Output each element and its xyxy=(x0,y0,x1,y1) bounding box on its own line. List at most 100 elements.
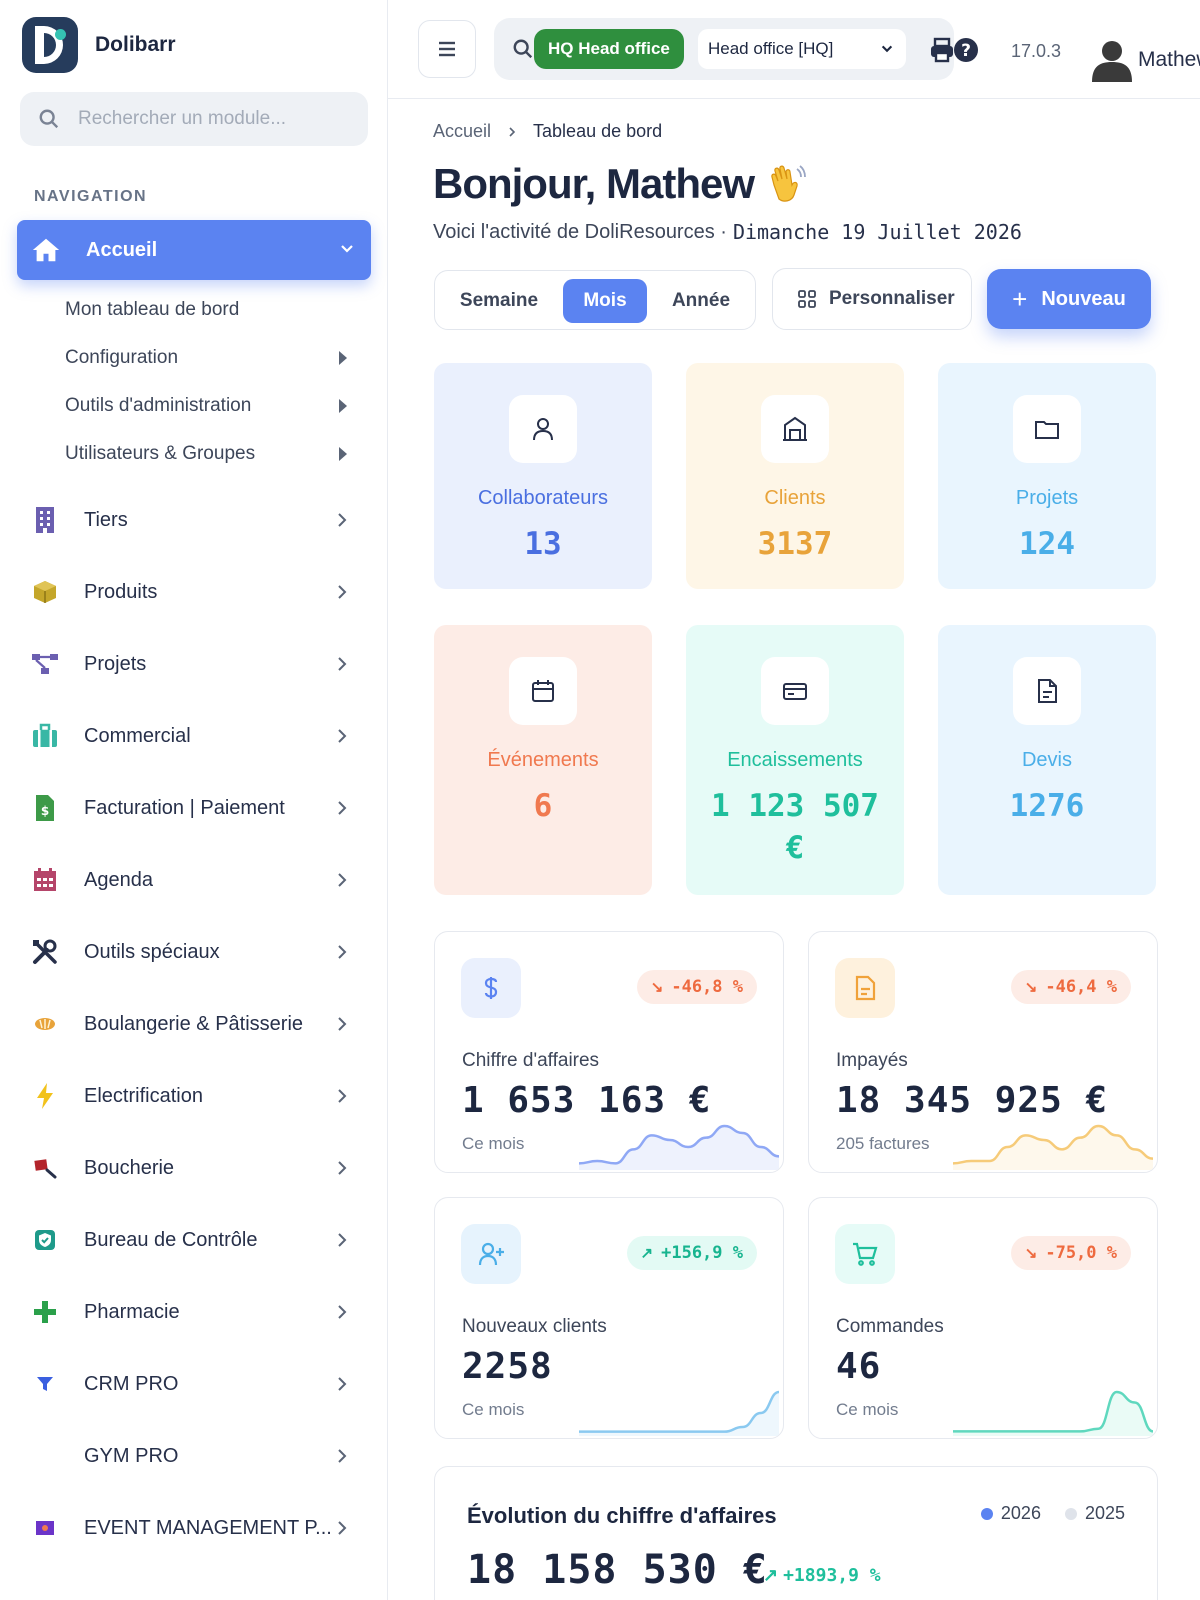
empty-icon xyxy=(28,1439,62,1473)
stat-card-nouveaux-clients[interactable]: ↗ +156,9 % Nouveaux clients 2258 Ce mois xyxy=(434,1197,784,1439)
sidebar-item-boucherie[interactable]: Boucherie xyxy=(28,1144,368,1192)
sidebar-item-agenda[interactable]: Agenda xyxy=(28,856,368,904)
caret-right-icon xyxy=(339,351,347,365)
chevron-right-icon xyxy=(338,1449,347,1463)
new-button[interactable]: + Nouveau xyxy=(987,269,1151,329)
period-selector: Semaine Mois Année xyxy=(434,270,756,330)
legend-dot xyxy=(980,1507,993,1520)
svg-text:$: $ xyxy=(41,804,49,818)
subnav-label: Configuration xyxy=(65,347,179,368)
evolution-value: 18 158 530 € xyxy=(467,1547,768,1593)
kpi-card-encaissements[interactable]: Encaissements 1 123 507 € xyxy=(686,625,904,895)
kpi-card-clients[interactable]: Clients 3137 xyxy=(686,363,904,589)
sidebar: Dolibarr NAVIGATION Accueil Mon tableau … xyxy=(0,0,388,1600)
sidebar-item-event-management[interactable]: EVENT MANAGEMENT P... xyxy=(28,1504,368,1552)
dollar-icon xyxy=(461,958,521,1018)
app-version: 17.0.3 xyxy=(1011,41,1062,61)
folder-icon xyxy=(1013,395,1081,463)
subnav-configuration[interactable]: Configuration xyxy=(65,338,365,378)
grid-icon xyxy=(798,290,816,308)
chevron-right-icon xyxy=(338,657,347,671)
chevron-right-icon xyxy=(338,513,347,527)
stat-value: 2258 xyxy=(462,1346,553,1387)
legend-item[interactable]: 2025 xyxy=(1064,1503,1125,1524)
stat-label: Chiffre d'affaires xyxy=(462,1050,600,1071)
entity-select[interactable]: Head office [HQ] xyxy=(698,29,906,69)
chevron-right-icon xyxy=(338,1017,347,1031)
sidebar-item-accueil[interactable]: Accueil xyxy=(17,220,371,280)
subnav-utilisateurs[interactable]: Utilisateurs & Groupes xyxy=(65,434,365,474)
kpi-value: 3137 xyxy=(757,526,833,562)
brand-name: Dolibarr xyxy=(95,33,176,56)
storefront-icon xyxy=(761,395,829,463)
change-value: -46,8 % xyxy=(671,977,743,997)
kpi-label: Événements xyxy=(487,749,599,771)
sidebar-item-boulangerie[interactable]: Boulangerie & Pâtisserie xyxy=(28,1000,368,1048)
user-name[interactable]: Mathew xyxy=(1138,48,1200,72)
sparkline-area xyxy=(579,1392,779,1436)
brand[interactable]: Dolibarr xyxy=(22,17,176,73)
chevron-right-icon xyxy=(338,1377,347,1391)
menu-toggle-button[interactable] xyxy=(418,20,476,78)
sparkline-chart xyxy=(953,1390,1153,1436)
chevron-right-icon xyxy=(338,945,347,959)
chevron-down-icon xyxy=(881,45,893,53)
sidebar-item-gym-pro[interactable]: GYM PRO xyxy=(28,1432,368,1480)
change-value: -75,0 % xyxy=(1045,1243,1117,1263)
caret-right-icon xyxy=(339,447,347,461)
sidebar-item-bureau-controle[interactable]: Bureau de Contrôle xyxy=(28,1216,368,1264)
customize-button[interactable]: Personnaliser xyxy=(772,268,972,330)
sparkline-chart xyxy=(579,1390,779,1436)
stat-card-commandes[interactable]: ↘ -75,0 % Commandes 46 Ce mois xyxy=(808,1197,1158,1439)
sparkline-chart xyxy=(579,1124,779,1170)
stat-label: Nouveaux clients xyxy=(462,1316,607,1337)
change-badge: ↘ -46,8 % xyxy=(636,970,757,1004)
sidebar-item-outils-speciaux[interactable]: Outils spéciaux xyxy=(28,928,368,976)
change-value: -46,4 % xyxy=(1045,977,1117,997)
sidebar-item-crm-pro[interactable]: CRM PRO xyxy=(28,1360,368,1408)
sidebar-item-tiers[interactable]: Tiers xyxy=(28,496,368,544)
sidebar-item-projets[interactable]: Projets xyxy=(28,640,368,688)
kpi-card-devis[interactable]: Devis 1276 xyxy=(938,625,1156,895)
sidebar-item-commercial[interactable]: Commercial xyxy=(28,712,368,760)
kpi-value: 13 xyxy=(524,526,562,562)
caret-right-icon xyxy=(339,399,347,413)
arrow-down-right-icon: ↘ xyxy=(650,979,664,996)
sidebar-item-label: GYM PRO xyxy=(84,1444,179,1467)
kpi-card-collaborateurs[interactable]: Collaborateurs 13 xyxy=(434,363,652,589)
funnel-icon xyxy=(28,1367,62,1401)
sidebar-item-pharmacie[interactable]: Pharmacie xyxy=(28,1288,368,1336)
stat-value: 18 345 925 € xyxy=(836,1080,1109,1121)
stat-card-impayes[interactable]: ↘ -46,4 % Impayés 18 345 925 € 205 factur… xyxy=(808,931,1158,1173)
subnav-label: Utilisateurs & Groupes xyxy=(65,443,256,464)
period-month-button[interactable]: Mois xyxy=(563,279,647,323)
building-icon xyxy=(28,503,62,537)
breadcrumb-home-link[interactable]: Accueil xyxy=(433,121,491,142)
period-year-button[interactable]: Année xyxy=(657,279,745,323)
search-icon[interactable] xyxy=(512,38,534,60)
evolution-title: Évolution du chiffre d'affaires xyxy=(467,1503,777,1528)
period-week-button[interactable]: Semaine xyxy=(449,279,549,323)
kpi-card-projets[interactable]: Projets 124 xyxy=(938,363,1156,589)
legend-item[interactable]: 2026 xyxy=(980,1503,1041,1524)
module-search-input[interactable] xyxy=(78,108,338,130)
topbar: HQ Head office Head office [HQ] ? 17.0.3… xyxy=(388,0,1200,99)
kpi-value: 124 xyxy=(1019,526,1075,562)
sparkline-area xyxy=(953,1392,1153,1436)
subnav-tableau-de-bord[interactable]: Mon tableau de bord xyxy=(65,290,365,330)
sidebar-item-label: Bureau de Contrôle xyxy=(84,1228,258,1251)
sidebar-item-label: Agenda xyxy=(84,868,153,891)
sidebar-item-produits[interactable]: Produits xyxy=(28,568,368,616)
sidebar-item-label: Pharmacie xyxy=(84,1300,180,1323)
sidebar-item-facturation[interactable]: $ Facturation | Paiement xyxy=(28,784,368,832)
project-tree-icon xyxy=(28,647,62,681)
stat-card-chiffre-affaires[interactable]: ↘ -46,8 % Chiffre d'affaires 1 653 163 € … xyxy=(434,931,784,1173)
legend-label: 2026 xyxy=(1000,1503,1041,1523)
sidebar-item-label: Tiers xyxy=(84,508,128,531)
kpi-card-evenements[interactable]: Événements 6 xyxy=(434,625,652,895)
subnav-outils-admin[interactable]: Outils d'administration xyxy=(65,386,365,426)
sidebar-item-electrification[interactable]: Electrification xyxy=(28,1072,368,1120)
help-icon[interactable]: ? xyxy=(952,36,980,64)
chevron-right-icon xyxy=(338,801,347,815)
avatar[interactable] xyxy=(1090,36,1134,82)
